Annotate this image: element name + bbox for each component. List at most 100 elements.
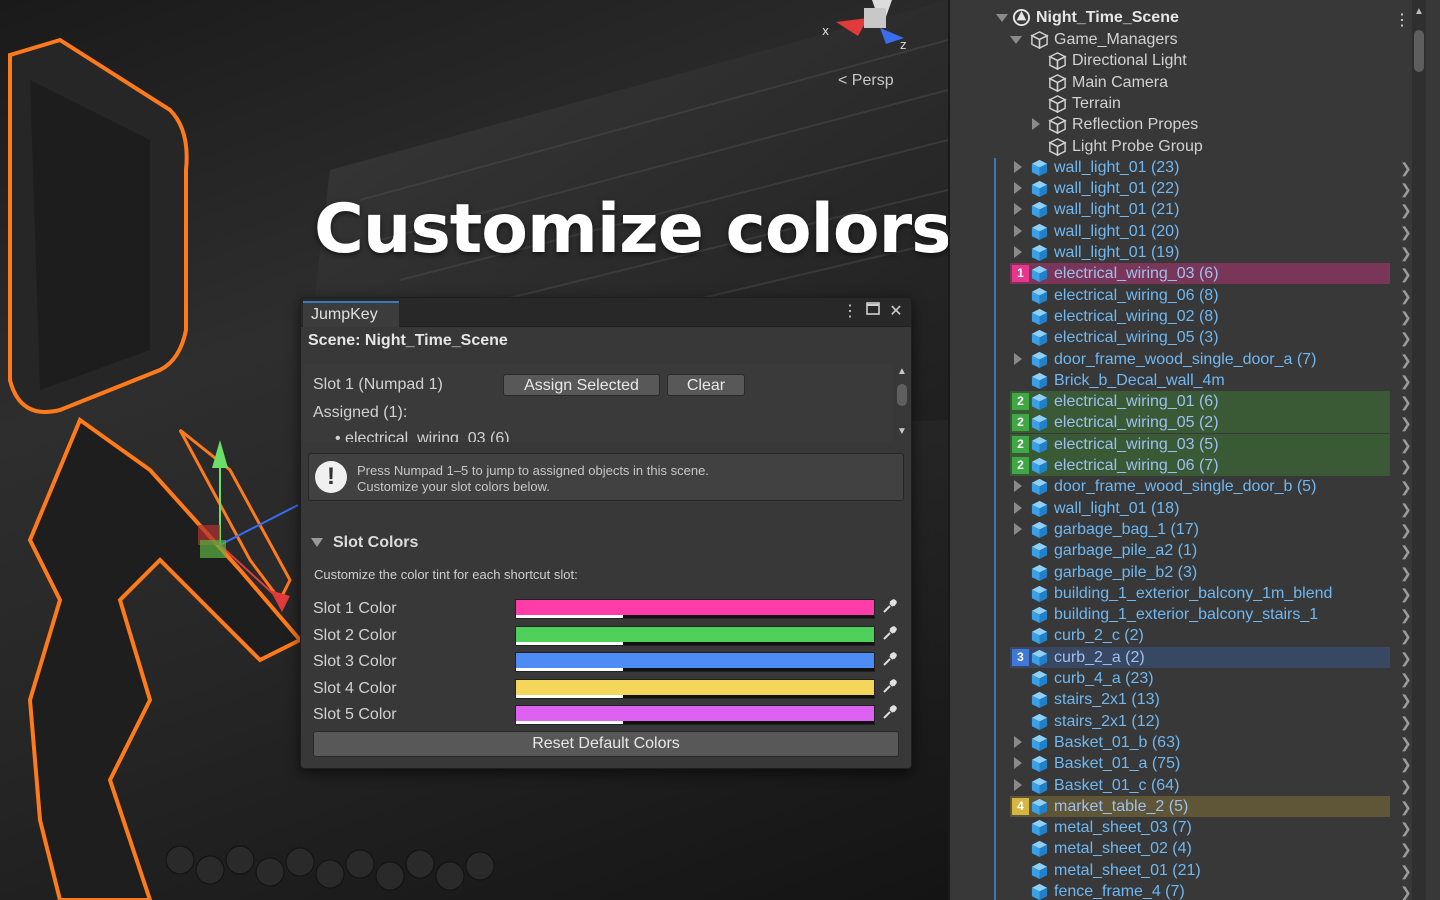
prefab-open-chevron-icon[interactable]: ❯ (1400, 820, 1412, 837)
eyedropper-icon[interactable] (879, 599, 899, 619)
eyedropper-icon[interactable] (879, 625, 899, 646)
prefab-open-chevron-icon[interactable]: ❯ (1400, 415, 1412, 432)
scroll-down-icon[interactable]: ▼ (897, 426, 907, 437)
prefab-open-chevron-icon[interactable]: ❯ (1400, 756, 1412, 773)
prefab-open-chevron-icon[interactable]: ❯ (1400, 160, 1412, 177)
assign-selected-button[interactable]: Assign Selected (503, 374, 660, 396)
slot-color-swatch[interactable] (515, 678, 875, 699)
hierarchy-item[interactable]: Brick_b_Decal_wall_4m ❯ (950, 370, 1440, 391)
slot-scrollbar[interactable]: ▲ ▼ (895, 364, 909, 442)
prefab-open-chevron-icon[interactable]: ❯ (1400, 607, 1412, 624)
prefab-open-chevron-icon[interactable]: ❯ (1400, 330, 1412, 347)
prefab-open-chevron-icon[interactable]: ❯ (1400, 458, 1412, 475)
hierarchy-item[interactable]: fence_frame_4 (7) ❯ (950, 881, 1440, 900)
hierarchy-item[interactable]: Main Camera (950, 72, 1440, 93)
prefab-open-chevron-icon[interactable]: ❯ (1400, 394, 1412, 411)
slot-color-swatch[interactable] (515, 652, 875, 673)
hierarchy-item[interactable]: 4 market_table_2 (5) ❯ (950, 795, 1440, 817)
prefab-open-chevron-icon[interactable]: ❯ (1400, 501, 1412, 518)
hierarchy-item[interactable]: door_frame_wood_single_door_a (7) ❯ (950, 349, 1440, 370)
expand-right-icon[interactable] (1014, 757, 1022, 770)
prefab-open-chevron-icon[interactable]: ❯ (1400, 586, 1412, 603)
prefab-open-chevron-icon[interactable]: ❯ (1400, 224, 1412, 241)
hierarchy-item[interactable]: metal_sheet_03 (7) ❯ (950, 817, 1440, 838)
hierarchy-item[interactable]: garbage_pile_b2 (3) ❯ (950, 562, 1440, 583)
slot-colors-foldout[interactable]: Slot Colors (311, 534, 418, 552)
expand-right-icon[interactable] (1032, 118, 1040, 131)
hierarchy-item[interactable]: stairs_2x1 (12) ❯ (950, 711, 1440, 732)
prefab-open-chevron-icon[interactable]: ❯ (1400, 352, 1412, 369)
hierarchy-item[interactable]: Game_Managers (950, 29, 1440, 50)
hierarchy-item[interactable]: Terrain (950, 93, 1440, 114)
slot-color-swatch[interactable] (515, 625, 875, 646)
slot-scroll-area[interactable]: Slot 1 (Numpad 1) Assign Selected Clear … (303, 364, 893, 442)
hierarchy-item[interactable]: electrical_wiring_06 (8) ❯ (950, 285, 1440, 306)
hierarchy-item[interactable]: garbage_pile_a2 (1) ❯ (950, 540, 1440, 561)
assigned-item[interactable]: • electrical_wiring_03 (6) (335, 430, 510, 442)
hierarchy-item[interactable]: garbage_bag_1 (17) ❯ (950, 519, 1440, 540)
prefab-open-chevron-icon[interactable]: ❯ (1400, 522, 1412, 539)
expand-down-icon[interactable] (1010, 36, 1022, 44)
expand-right-icon[interactable] (1014, 522, 1022, 535)
prefab-open-chevron-icon[interactable]: ❯ (1400, 692, 1412, 709)
eyedropper-icon[interactable] (879, 679, 899, 699)
close-icon[interactable]: ✕ (887, 302, 905, 322)
expand-right-icon[interactable] (1014, 160, 1022, 173)
prefab-open-chevron-icon[interactable]: ❯ (1400, 437, 1412, 454)
root-menu-icon[interactable]: ⋮ (1394, 10, 1410, 30)
prefab-open-chevron-icon[interactable]: ❯ (1400, 884, 1412, 900)
hierarchy-scrollbar[interactable]: ▲ (1412, 0, 1426, 900)
expand-right-icon[interactable] (1014, 778, 1022, 791)
hierarchy-item[interactable]: 1 electrical_wiring_03 (6) ❯ (950, 263, 1440, 285)
slot-color-swatch[interactable] (515, 705, 875, 726)
prefab-open-chevron-icon[interactable]: ❯ (1400, 309, 1412, 326)
persp-label[interactable]: < Persp (838, 72, 894, 90)
expand-right-icon[interactable] (1014, 480, 1022, 493)
expand-right-icon[interactable] (1014, 224, 1022, 237)
prefab-open-chevron-icon[interactable]: ❯ (1400, 245, 1412, 262)
prefab-open-chevron-icon[interactable]: ❯ (1400, 288, 1412, 305)
expand-down-icon[interactable] (996, 14, 1008, 22)
tab-jumpkey[interactable]: JumpKey (303, 301, 399, 327)
prefab-open-chevron-icon[interactable]: ❯ (1400, 565, 1412, 582)
hierarchy-panel[interactable]: Night_Time_Scene ⋮ Game_Managers Directio… (948, 0, 1440, 900)
eyedropper-icon[interactable] (879, 705, 899, 725)
hierarchy-item[interactable]: stairs_2x1 (13) ❯ (950, 689, 1440, 710)
hierarchy-item[interactable]: 2 electrical_wiring_05 (2) ❯ (950, 412, 1440, 434)
hierarchy-scroll-thumb[interactable] (1414, 30, 1424, 72)
prefab-open-chevron-icon[interactable]: ❯ (1400, 863, 1412, 880)
hierarchy-root-row[interactable]: Night_Time_Scene ⋮ (950, 7, 1440, 30)
clear-button[interactable]: Clear (667, 374, 745, 396)
expand-right-icon[interactable] (1014, 501, 1022, 514)
hierarchy-scroll-up-icon[interactable]: ▲ (1414, 6, 1424, 17)
hierarchy-item[interactable]: Directional Light (950, 50, 1440, 71)
prefab-open-chevron-icon[interactable]: ❯ (1400, 799, 1412, 816)
hierarchy-item[interactable]: metal_sheet_02 (4) ❯ (950, 838, 1440, 859)
more-options-icon[interactable]: ⋮ (841, 302, 859, 322)
hierarchy-item[interactable]: Basket_01_a (75) ❯ (950, 753, 1440, 774)
hierarchy-item[interactable]: building_1_exterior_balcony_stairs_1 ❯ (950, 604, 1440, 625)
hierarchy-item[interactable]: Light Probe Group (950, 136, 1440, 157)
prefab-open-chevron-icon[interactable]: ❯ (1400, 543, 1412, 560)
hierarchy-item[interactable]: metal_sheet_01 (21) ❯ (950, 860, 1440, 881)
expand-right-icon[interactable] (1014, 246, 1022, 258)
prefab-open-chevron-icon[interactable]: ❯ (1400, 479, 1412, 496)
hierarchy-item[interactable]: wall_light_01 (20) ❯ (950, 221, 1440, 242)
prefab-open-chevron-icon[interactable]: ❯ (1400, 735, 1412, 752)
hierarchy-item[interactable]: curb_4_a (23) ❯ (950, 668, 1440, 689)
hierarchy-item[interactable]: building_1_exterior_balcony_1m_blend ❯ (950, 583, 1440, 604)
hierarchy-item[interactable]: electrical_wiring_02 (8) ❯ (950, 306, 1440, 327)
prefab-open-chevron-icon[interactable]: ❯ (1400, 714, 1412, 731)
prefab-open-chevron-icon[interactable]: ❯ (1400, 778, 1412, 795)
prefab-open-chevron-icon[interactable]: ❯ (1400, 671, 1412, 688)
hierarchy-item[interactable]: wall_light_01 (19) ❯ (950, 242, 1440, 263)
slot-color-swatch[interactable] (515, 599, 875, 619)
hierarchy-item[interactable]: 2 electrical_wiring_06 (7) ❯ (950, 455, 1440, 476)
maximize-icon[interactable] (864, 302, 882, 322)
prefab-open-chevron-icon[interactable]: ❯ (1400, 202, 1412, 219)
prefab-open-chevron-icon[interactable]: ❯ (1400, 181, 1412, 198)
hierarchy-item[interactable]: door_frame_wood_single_door_b (5) ❯ (950, 476, 1440, 497)
prefab-open-chevron-icon[interactable]: ❯ (1400, 373, 1412, 390)
scroll-thumb[interactable] (897, 384, 907, 406)
hierarchy-item[interactable]: wall_light_01 (18) ❯ (950, 498, 1440, 519)
